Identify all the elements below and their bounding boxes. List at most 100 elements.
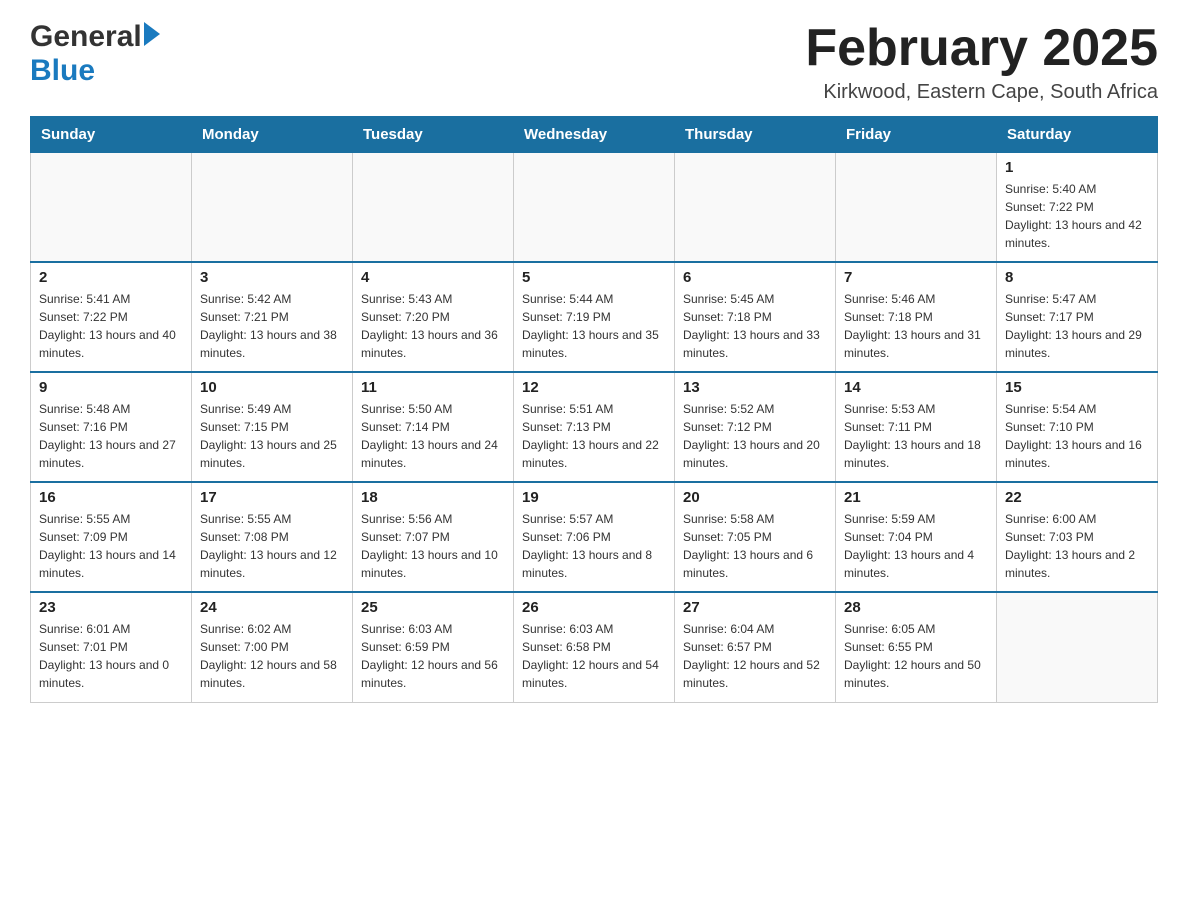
day-info: Sunrise: 5:59 AMSunset: 7:04 PMDaylight:… [844,510,988,582]
day-number: 14 [844,379,988,396]
table-row: 1 Sunrise: 5:40 AMSunset: 7:22 PMDaylight… [997,152,1158,262]
day-number: 22 [1005,489,1149,506]
col-saturday: Saturday [997,117,1158,152]
day-info: Sunrise: 5:55 AMSunset: 7:08 PMDaylight:… [200,510,344,582]
day-number: 12 [522,379,666,396]
day-info: Sunrise: 5:45 AMSunset: 7:18 PMDaylight:… [683,290,827,362]
col-sunday: Sunday [31,117,192,152]
table-row: 22 Sunrise: 6:00 AMSunset: 7:03 PMDayligh… [997,482,1158,592]
day-info: Sunrise: 5:50 AMSunset: 7:14 PMDaylight:… [361,400,505,472]
table-row: 3 Sunrise: 5:42 AMSunset: 7:21 PMDaylight… [192,262,353,372]
calendar-week-row: 1 Sunrise: 5:40 AMSunset: 7:22 PMDaylight… [31,152,1158,262]
month-title: February 2025 [805,20,1158,77]
day-number: 13 [683,379,827,396]
table-row [997,592,1158,702]
day-number: 17 [200,489,344,506]
table-row: 20 Sunrise: 5:58 AMSunset: 7:05 PMDayligh… [675,482,836,592]
day-number: 9 [39,379,183,396]
day-info: Sunrise: 6:03 AMSunset: 6:59 PMDaylight:… [361,620,505,692]
day-info: Sunrise: 5:53 AMSunset: 7:11 PMDaylight:… [844,400,988,472]
day-info: Sunrise: 5:42 AMSunset: 7:21 PMDaylight:… [200,290,344,362]
table-row [353,152,514,262]
calendar-week-row: 16 Sunrise: 5:55 AMSunset: 7:09 PMDayligh… [31,482,1158,592]
day-number: 3 [200,269,344,286]
day-info: Sunrise: 5:48 AMSunset: 7:16 PMDaylight:… [39,400,183,472]
table-row: 6 Sunrise: 5:45 AMSunset: 7:18 PMDaylight… [675,262,836,372]
table-row: 14 Sunrise: 5:53 AMSunset: 7:11 PMDayligh… [836,372,997,482]
day-number: 21 [844,489,988,506]
table-row [31,152,192,262]
table-row: 15 Sunrise: 5:54 AMSunset: 7:10 PMDayligh… [997,372,1158,482]
day-number: 6 [683,269,827,286]
col-monday: Monday [192,117,353,152]
logo-arrow-icon [144,22,160,46]
table-row: 19Sunrise: 5:57 AMSunset: 7:06 PMDayligh… [514,482,675,592]
day-info: Sunrise: 6:05 AMSunset: 6:55 PMDaylight:… [844,620,988,692]
calendar-header-row: Sunday Monday Tuesday Wednesday Thursday… [31,117,1158,152]
table-row: 27 Sunrise: 6:04 AMSunset: 6:57 PMDayligh… [675,592,836,702]
day-info: Sunrise: 5:40 AMSunset: 7:22 PMDaylight:… [1005,180,1149,252]
day-info: Sunrise: 5:54 AMSunset: 7:10 PMDaylight:… [1005,400,1149,472]
day-number: 26 [522,599,666,616]
day-number: 2 [39,269,183,286]
calendar-week-row: 23Sunrise: 6:01 AMSunset: 7:01 PMDayligh… [31,592,1158,702]
day-number: 11 [361,379,505,396]
day-number: 10 [200,379,344,396]
table-row: 4 Sunrise: 5:43 AMSunset: 7:20 PMDaylight… [353,262,514,372]
table-row [514,152,675,262]
table-row: 23Sunrise: 6:01 AMSunset: 7:01 PMDayligh… [31,592,192,702]
calendar-table: Sunday Monday Tuesday Wednesday Thursday… [30,116,1158,703]
table-row: 8Sunrise: 5:47 AMSunset: 7:17 PMDaylight… [997,262,1158,372]
table-row: 26 Sunrise: 6:03 AMSunset: 6:58 PMDayligh… [514,592,675,702]
day-number: 20 [683,489,827,506]
calendar-week-row: 2 Sunrise: 5:41 AMSunset: 7:22 PMDaylight… [31,262,1158,372]
day-info: Sunrise: 5:43 AMSunset: 7:20 PMDaylight:… [361,290,505,362]
table-row: 10 Sunrise: 5:49 AMSunset: 7:15 PMDayligh… [192,372,353,482]
table-row [675,152,836,262]
col-friday: Friday [836,117,997,152]
day-info: Sunrise: 5:55 AMSunset: 7:09 PMDaylight:… [39,510,183,582]
day-number: 27 [683,599,827,616]
day-number: 1 [1005,159,1149,176]
table-row: 25 Sunrise: 6:03 AMSunset: 6:59 PMDayligh… [353,592,514,702]
title-area: February 2025 Kirkwood, Eastern Cape, So… [805,20,1158,104]
day-info: Sunrise: 6:04 AMSunset: 6:57 PMDaylight:… [683,620,827,692]
day-info: Sunrise: 5:41 AMSunset: 7:22 PMDaylight:… [39,290,183,362]
table-row: 13 Sunrise: 5:52 AMSunset: 7:12 PMDayligh… [675,372,836,482]
day-info: Sunrise: 5:49 AMSunset: 7:15 PMDaylight:… [200,400,344,472]
location-text: Kirkwood, Eastern Cape, South Africa [805,81,1158,104]
day-number: 4 [361,269,505,286]
day-number: 8 [1005,269,1149,286]
day-number: 28 [844,599,988,616]
day-number: 7 [844,269,988,286]
logo-general-text: General [30,20,142,54]
table-row [192,152,353,262]
col-tuesday: Tuesday [353,117,514,152]
table-row: 16 Sunrise: 5:55 AMSunset: 7:09 PMDayligh… [31,482,192,592]
day-number: 25 [361,599,505,616]
day-number: 23 [39,599,183,616]
day-info: Sunrise: 5:44 AMSunset: 7:19 PMDaylight:… [522,290,666,362]
day-info: Sunrise: 5:58 AMSunset: 7:05 PMDaylight:… [683,510,827,582]
day-info: Sunrise: 5:52 AMSunset: 7:12 PMDaylight:… [683,400,827,472]
table-row: 12Sunrise: 5:51 AMSunset: 7:13 PMDayligh… [514,372,675,482]
table-row: 21 Sunrise: 5:59 AMSunset: 7:04 PMDayligh… [836,482,997,592]
day-number: 18 [361,489,505,506]
day-info: Sunrise: 6:02 AMSunset: 7:00 PMDaylight:… [200,620,344,692]
table-row: 2 Sunrise: 5:41 AMSunset: 7:22 PMDaylight… [31,262,192,372]
day-info: Sunrise: 5:56 AMSunset: 7:07 PMDaylight:… [361,510,505,582]
table-row: 11 Sunrise: 5:50 AMSunset: 7:14 PMDayligh… [353,372,514,482]
logo: General Blue [30,20,160,88]
table-row: 5Sunrise: 5:44 AMSunset: 7:19 PMDaylight… [514,262,675,372]
day-number: 15 [1005,379,1149,396]
table-row: 24 Sunrise: 6:02 AMSunset: 7:00 PMDayligh… [192,592,353,702]
table-row: 28 Sunrise: 6:05 AMSunset: 6:55 PMDayligh… [836,592,997,702]
table-row [836,152,997,262]
col-wednesday: Wednesday [514,117,675,152]
day-info: Sunrise: 6:00 AMSunset: 7:03 PMDaylight:… [1005,510,1149,582]
day-number: 16 [39,489,183,506]
calendar-week-row: 9 Sunrise: 5:48 AMSunset: 7:16 PMDaylight… [31,372,1158,482]
day-info: Sunrise: 6:03 AMSunset: 6:58 PMDaylight:… [522,620,666,692]
day-number: 24 [200,599,344,616]
page-header: General Blue February 2025 Kirkwood, Eas… [30,20,1158,104]
